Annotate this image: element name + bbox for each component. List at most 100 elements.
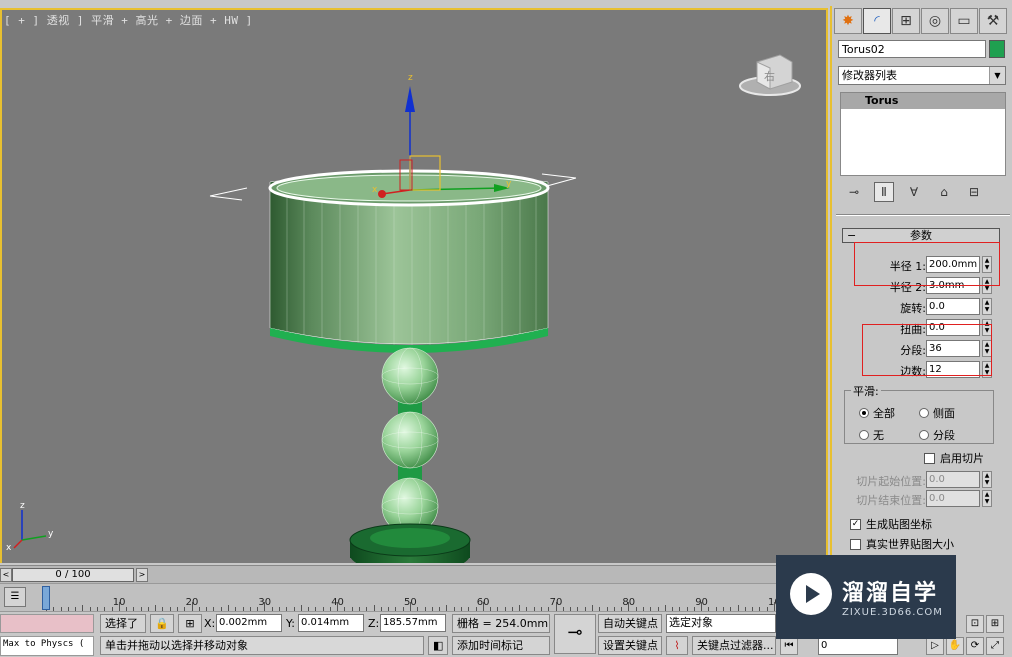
make-unique-icon[interactable]: ∀	[904, 182, 924, 202]
next-frame-icon[interactable]: >	[136, 568, 148, 582]
smooth-all-radio[interactable]: 全部	[859, 405, 895, 421]
highlight-segments	[862, 324, 992, 376]
mini-curve-editor-icon[interactable]: ☰	[4, 587, 26, 607]
smooth-group: 平滑: 全部 侧面 无 分段	[844, 383, 994, 444]
track-tick-label: 40	[331, 597, 344, 608]
lock-icon[interactable]: 🔒	[150, 614, 174, 633]
slice-to-input[interactable]: 0.0	[926, 490, 980, 507]
maxscript-listener-mini[interactable]	[0, 614, 94, 633]
real-world-checkbox[interactable]: 真实世界贴图大小	[850, 536, 954, 552]
time-slider[interactable]: < 0 / 100 >	[0, 565, 828, 583]
selection-count: 选择了	[100, 614, 146, 633]
motion-tab-icon[interactable]: ◎	[921, 8, 949, 34]
maximize-viewport-icon[interactable]: ⤢	[986, 637, 1004, 655]
zoom-all-icon[interactable]: ⊞	[986, 615, 1004, 633]
checkbox-box	[924, 452, 935, 464]
track-tick-label: 50	[404, 597, 417, 608]
configure-sets-icon[interactable]: ⊟	[964, 182, 984, 202]
divider	[836, 214, 1010, 216]
watermark-logo: 溜溜自学 ZIXUE.3D66.COM	[776, 555, 956, 639]
rollout-title: 参数	[910, 229, 932, 242]
remove-modifier-icon[interactable]: ⌂	[934, 182, 954, 202]
gizmo-y-label: y	[506, 179, 512, 189]
hierarchy-tab-icon[interactable]: ⊞	[892, 8, 920, 34]
rotation-spinner[interactable]: ▲ ▼	[982, 298, 992, 315]
status-bar: Max to Physcs ( 选择了 🔒 ⊞ X: 0.002mm Y: 0.…	[0, 611, 776, 657]
track-tick-label: 20	[185, 597, 199, 608]
show-end-result-icon[interactable]: Ⅱ	[874, 182, 894, 202]
track-tick-label: 60	[476, 597, 490, 608]
stack-item-torus[interactable]: Torus	[841, 93, 1005, 109]
maxscript-line[interactable]: Max to Physcs (	[0, 636, 94, 656]
checkbox-box	[850, 538, 861, 550]
key-filters-button[interactable]: 关键点过滤器...	[692, 636, 776, 655]
rotation-label: 旋转:	[900, 302, 926, 315]
slice-on-checkbox[interactable]: 启用切片	[924, 450, 984, 466]
slice-from-input[interactable]: 0.0	[926, 471, 980, 488]
smooth-segments-label: 分段	[933, 429, 955, 442]
lamp-base[interactable]	[349, 523, 471, 563]
time-tag-icon[interactable]: ◧	[428, 636, 448, 655]
parameters-rollout-header[interactable]: − 参数	[842, 228, 1000, 243]
lamp-stem[interactable]	[381, 347, 439, 540]
gen-mapping-checkbox[interactable]: ✓ 生成贴图坐标	[850, 516, 932, 532]
add-time-tag-button[interactable]: 添加时间标记	[452, 636, 550, 655]
tripod-z-label: z	[20, 501, 25, 511]
utilities-tab-icon[interactable]: ⚒	[979, 8, 1007, 34]
pan-icon[interactable]: ✋	[946, 637, 964, 655]
set-key-icon[interactable]: ⊸	[554, 614, 596, 654]
rotation-input[interactable]: 0.0	[926, 298, 980, 315]
command-panel: ✸ ◜ ⊞ ◎ ▭ ⚒ Torus02 修改器列表 ▼ Torus ⊸ Ⅱ ∀ …	[830, 6, 1012, 586]
slice-to-spinner[interactable]: ▲ ▼	[982, 490, 992, 507]
object-name-field[interactable]: Torus02	[838, 40, 986, 58]
checkbox-box: ✓	[850, 518, 861, 530]
display-tab-icon[interactable]: ▭	[950, 8, 978, 34]
selection-set-dropdown[interactable]: 选定对象	[666, 614, 776, 633]
auto-key-button[interactable]: 自动关键点	[598, 614, 662, 633]
orbit-icon[interactable]: ⟳	[966, 637, 984, 655]
modify-tab-icon[interactable]: ◜	[863, 8, 891, 34]
object-color-swatch[interactable]	[989, 40, 1005, 58]
slice-to-row: 切片结束位置: 0.0 ▲ ▼	[832, 490, 1012, 510]
gizmo-z-label: z	[408, 73, 413, 83]
zoom-extents-icon[interactable]: ⊡	[966, 615, 984, 633]
pin-stack-icon[interactable]: ⊸	[844, 182, 864, 202]
prev-frame-icon[interactable]: <	[0, 568, 12, 582]
track-tick-label: 90	[695, 597, 708, 608]
absolute-mode-icon[interactable]: ⊞	[178, 614, 202, 633]
create-tab-icon[interactable]: ✸	[834, 8, 862, 34]
viewport-label-menu[interactable]: [ + ] 透视 ] 平滑 + 高光 + 边面 + HW ]	[4, 12, 253, 28]
goto-start-icon[interactable]: ⏮	[780, 637, 798, 655]
radio-dot	[919, 430, 929, 440]
track-tick-label: 30	[258, 597, 272, 608]
x-coord-input[interactable]: 0.002mm	[216, 614, 282, 632]
smooth-segments-radio[interactable]: 分段	[919, 427, 955, 443]
watermark-title: 溜溜自学	[842, 581, 939, 606]
set-key-button[interactable]: 设置关键点	[598, 636, 662, 655]
viewcube[interactable]: 右	[739, 54, 801, 96]
tripod-y-label: y	[48, 529, 54, 539]
modifier-list-dropdown[interactable]: 修改器列表 ▼	[838, 66, 1006, 85]
smooth-sides-label: 侧面	[933, 407, 955, 420]
chevron-down-icon: ▼	[989, 67, 1005, 84]
curve-icon[interactable]: ⌇	[666, 636, 688, 655]
current-frame-marker[interactable]	[42, 586, 50, 610]
tripod-x-label: x	[6, 543, 12, 553]
smooth-sides-radio[interactable]: 侧面	[919, 405, 955, 421]
smooth-none-radio[interactable]: 无	[859, 427, 884, 443]
track-tick-label: 10	[112, 597, 126, 608]
y-coord-input[interactable]: 0.014mm	[298, 614, 364, 632]
current-frame-input[interactable]: 0	[818, 637, 898, 655]
play-icon[interactable]: ▷	[926, 637, 944, 655]
perspective-viewport[interactable]: z y x 右 z y x [ + ] 透视 ] 平滑 + 高光 + 边面 + …	[0, 8, 828, 563]
z-label: Z:	[368, 617, 380, 630]
time-slider-thumb[interactable]: 0 / 100	[12, 568, 134, 582]
x-label: X:	[204, 617, 216, 630]
smooth-all-label: 全部	[873, 407, 895, 420]
track-bar[interactable]: ☰ 10 20 30 40 50 60 70 80 90 10	[0, 583, 781, 611]
z-coord-input[interactable]: 185.57mm	[380, 614, 446, 632]
modifier-stack[interactable]: Torus	[840, 92, 1006, 176]
slice-from-spinner[interactable]: ▲ ▼	[982, 471, 992, 488]
lamp-shade[interactable]	[209, 169, 577, 353]
modifier-list-label: 修改器列表	[842, 69, 897, 82]
